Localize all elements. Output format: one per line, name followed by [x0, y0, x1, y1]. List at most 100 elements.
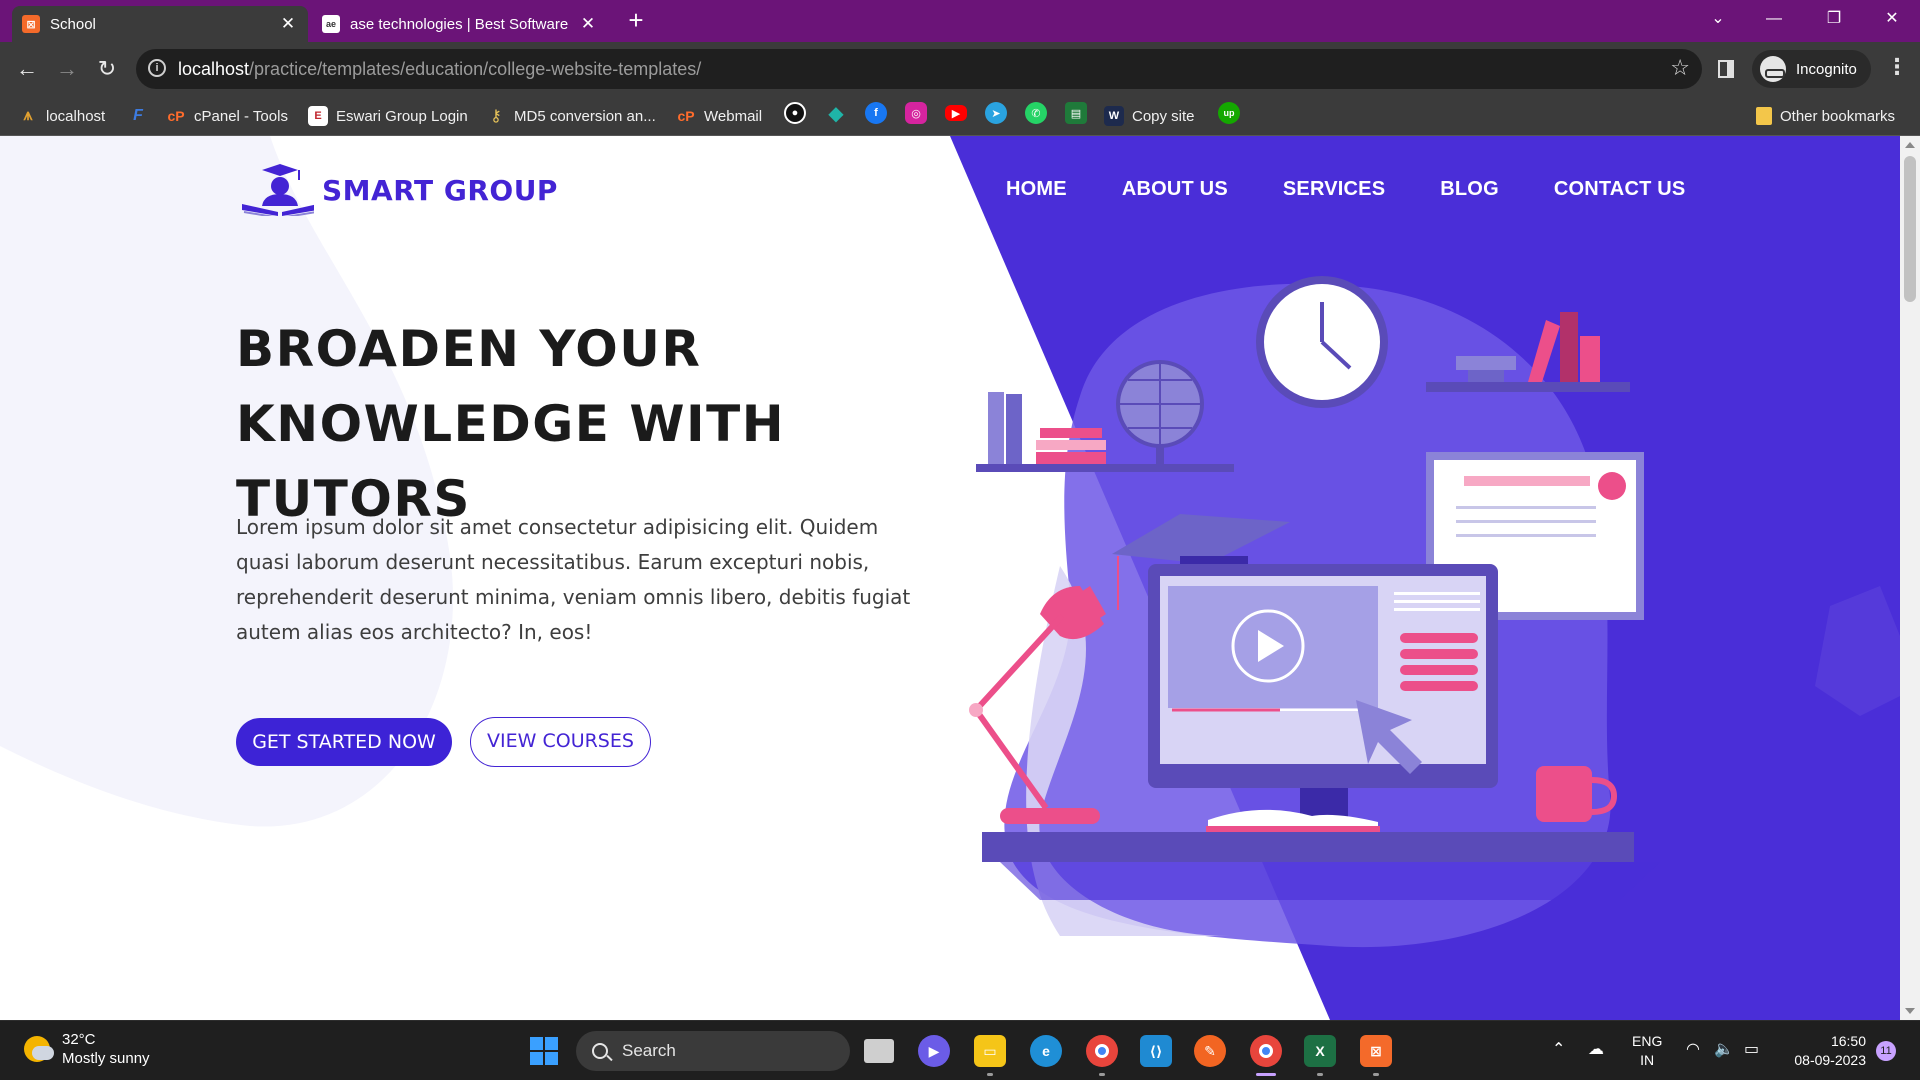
key-icon: ⚷	[490, 108, 502, 125]
edge-icon[interactable]: e	[1030, 1035, 1062, 1067]
chrome-icon[interactable]	[1086, 1035, 1118, 1067]
time-text: 16:50	[1830, 1033, 1866, 1049]
bookmark-star-icon[interactable]: ☆	[1670, 55, 1690, 81]
view-courses-button[interactable]: VIEW COURSES	[470, 717, 651, 767]
ase-favicon-icon: ae	[322, 15, 340, 33]
incognito-icon	[1760, 56, 1786, 82]
close-window-button[interactable]: ✕	[1864, 0, 1920, 38]
green-app-icon[interactable]: ▤	[1065, 102, 1087, 124]
partly-sunny-icon	[24, 1036, 54, 1062]
bookmark-localhost[interactable]: ⩚ localhost	[18, 104, 105, 128]
onedrive-icon[interactable]: ☁	[1588, 1039, 1604, 1059]
running-indicator	[987, 1073, 993, 1076]
weather-desc: Mostly sunny	[62, 1050, 150, 1067]
clock-area[interactable]: 16:50 08-09-2023	[1782, 1032, 1866, 1070]
mug-icon	[1536, 766, 1592, 822]
scroll-up-arrow-icon[interactable]	[1905, 142, 1915, 148]
f-logo-icon: F	[133, 107, 143, 124]
nav-about-us[interactable]: ABOUT US	[1122, 178, 1228, 201]
get-started-button[interactable]: GET STARTED NOW	[236, 718, 452, 766]
search-icon	[592, 1043, 608, 1059]
active-indicator	[1256, 1073, 1276, 1076]
cpanel-icon: cP	[677, 108, 695, 124]
close-icon[interactable]: ✕	[578, 14, 598, 34]
localhost-icon: ⩚	[23, 107, 33, 124]
youtube-icon[interactable]: ▶	[945, 105, 967, 121]
wifi-icon[interactable]: ◠	[1686, 1039, 1700, 1059]
weather-temp: 32°C	[62, 1031, 96, 1048]
browser-menu-icon[interactable]: ⋮	[1886, 54, 1908, 80]
minimize-button[interactable]: —	[1746, 0, 1802, 38]
volume-icon[interactable]: 🔈	[1714, 1039, 1734, 1059]
hero-description: Lorem ipsum dolor sit amet consectetur a…	[236, 515, 911, 644]
tab-title: School	[50, 15, 96, 33]
hero-heading-line2: KNOWLEDGE WITH TUTORS	[236, 395, 786, 528]
bookmark-md5[interactable]: ⚷ MD5 conversion an...	[486, 104, 656, 128]
running-indicator	[1317, 1073, 1323, 1076]
upwork-icon[interactable]: up	[1218, 102, 1240, 124]
whatsapp-icon[interactable]: ✆	[1025, 102, 1047, 124]
language-indicator[interactable]: ENG IN	[1632, 1032, 1662, 1070]
chrome-profile-icon[interactable]	[1250, 1035, 1282, 1067]
hero-heading-line1: BROADEN YOUR	[236, 320, 702, 378]
battery-icon[interactable]: ▭	[1744, 1039, 1759, 1059]
w-logo-icon: W	[1104, 106, 1124, 126]
side-panel-icon[interactable]	[1718, 60, 1734, 78]
bookmark-f-icon[interactable]: F	[128, 104, 156, 128]
page-scrollbar[interactable]	[1900, 136, 1920, 1020]
notification-badge[interactable]: 11	[1876, 1041, 1896, 1061]
xampp-icon[interactable]: ⊠	[1360, 1035, 1392, 1067]
bookmark-copy-site[interactable]: W Copy site	[1104, 104, 1195, 128]
file-explorer-icon[interactable]: ▭	[974, 1035, 1006, 1067]
nav-services[interactable]: SERVICES	[1283, 178, 1385, 201]
show-hidden-icons[interactable]: ⌃	[1552, 1039, 1565, 1059]
app-orange-icon[interactable]: ✎	[1194, 1035, 1226, 1067]
telegram-icon[interactable]: ➤	[985, 102, 1007, 124]
date-text: 08-09-2023	[1794, 1052, 1866, 1068]
taskbar-search[interactable]: Search	[576, 1031, 850, 1071]
reload-button[interactable]: ↻	[90, 52, 124, 86]
bookmark-cpanel[interactable]: cP cPanel - Tools	[166, 104, 288, 128]
tab-title: ase technologies | Best Software	[350, 15, 569, 33]
new-tab-button[interactable]: +	[622, 6, 650, 34]
incognito-label: Incognito	[1796, 60, 1857, 78]
xampp-favicon-icon: ⊠	[22, 15, 40, 33]
bookmark-eswari[interactable]: E Eswari Group Login	[308, 104, 468, 128]
instagram-icon[interactable]: ◎	[905, 102, 927, 124]
close-icon[interactable]: ✕	[278, 14, 298, 34]
site-info-icon[interactable]: i	[148, 59, 166, 77]
tab-strip: ⊠ School ✕ ae ase technologies | Best So…	[0, 0, 1920, 42]
running-indicator	[1099, 1073, 1105, 1076]
restore-button[interactable]: ❐	[1806, 0, 1862, 38]
vscode-icon[interactable]: ⟨⟩	[1140, 1035, 1172, 1067]
bookmark-other[interactable]: Other bookmarks	[1756, 104, 1895, 128]
start-icon[interactable]	[528, 1035, 560, 1067]
nav-contact-us[interactable]: CONTACT US	[1554, 178, 1686, 201]
folder-icon	[1756, 107, 1772, 125]
desk	[982, 832, 1634, 862]
scrollbar-thumb[interactable]	[1904, 156, 1916, 302]
windows-taskbar: 32°C Mostly sunny Search ▶ ▭ e ⟨⟩ ✎ X ⊠ …	[0, 1020, 1920, 1080]
task-view-icon[interactable]	[864, 1039, 894, 1063]
nav-home[interactable]: HOME	[1006, 178, 1067, 201]
chat-icon[interactable]: ▶	[918, 1035, 950, 1067]
url-text[interactable]: localhost/practice/templates/education/c…	[178, 59, 701, 80]
excel-icon[interactable]: X	[1304, 1035, 1336, 1067]
facebook-icon[interactable]: f	[865, 102, 887, 124]
forward-button[interactable]: →	[50, 52, 84, 86]
brand-logo[interactable]: SMART GROUP	[240, 164, 558, 216]
incognito-badge[interactable]: Incognito	[1752, 50, 1871, 88]
hero-heading: BROADEN YOUR KNOWLEDGE WITH TUTORS	[236, 312, 976, 537]
tab-ase-technologies[interactable]: ae ase technologies | Best Software ✕	[312, 6, 608, 42]
tab-school[interactable]: ⊠ School ✕	[12, 6, 308, 42]
github-icon[interactable]: ●	[784, 102, 806, 124]
browser-toolbar: ← → ↻ i localhost/practice/templates/edu…	[0, 42, 1920, 96]
tab-search-button[interactable]: ⌄	[1690, 0, 1746, 38]
bookmark-webmail[interactable]: cP Webmail	[676, 104, 762, 128]
address-bar[interactable]: i localhost/practice/templates/education…	[136, 49, 1702, 89]
weather-widget[interactable]: 32°C Mostly sunny	[24, 1030, 150, 1068]
nav-blog[interactable]: BLOG	[1440, 178, 1499, 201]
back-button[interactable]: ←	[10, 52, 44, 86]
scroll-down-arrow-icon[interactable]	[1905, 1008, 1915, 1014]
diamond-icon[interactable]: ◆	[825, 102, 847, 125]
